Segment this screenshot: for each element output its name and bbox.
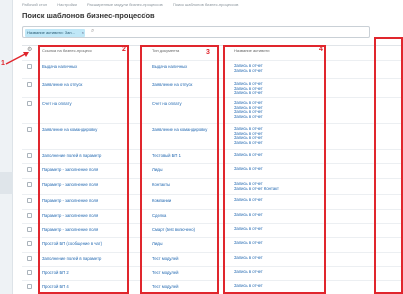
annotation-arrow bbox=[5, 52, 29, 65]
annotation-number: 4 bbox=[319, 46, 323, 53]
annotation-number: 1 bbox=[1, 60, 5, 67]
annotation-number: 2 bbox=[122, 46, 126, 53]
annotation-number: 3 bbox=[206, 49, 210, 56]
